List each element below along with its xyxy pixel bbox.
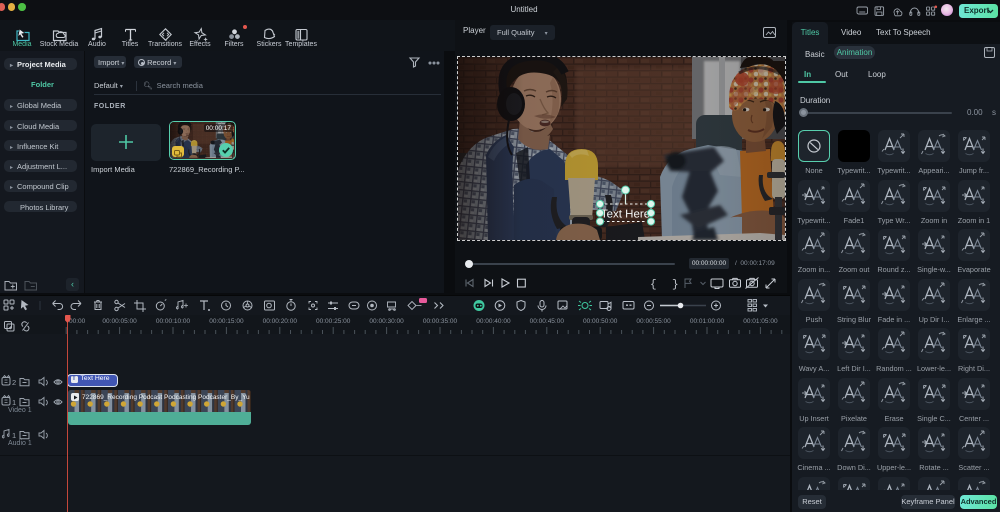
svg-text:Text Here: Text Here xyxy=(601,209,650,221)
svg-text:1: 1 xyxy=(12,431,16,440)
svg-text:{: { xyxy=(650,279,657,290)
svg-text:2: 2 xyxy=(12,378,16,387)
svg-text:}: } xyxy=(672,279,679,290)
svg-text:1: 1 xyxy=(12,398,16,407)
